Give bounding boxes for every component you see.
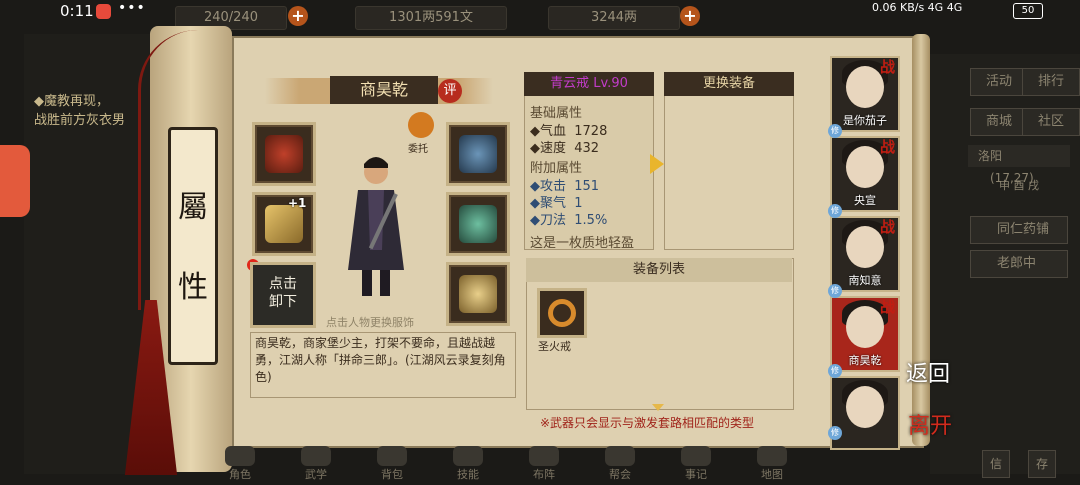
location-name: 洛阳 (978, 149, 1003, 163)
leave-button[interactable]: 离开 (908, 408, 952, 440)
equip-slot-armband[interactable] (252, 122, 316, 186)
clock: 0:11 (60, 2, 94, 20)
nav-item[interactable]: 帮会 (600, 446, 640, 482)
enhance-level-badge: +1 (288, 196, 307, 210)
unequip-label-1: 点击 (269, 276, 297, 292)
equip-slot-hat[interactable] (446, 122, 510, 186)
battle-badge: 战 (880, 218, 896, 236)
stat-row: ◆刀法 1.5% (530, 213, 608, 228)
ring-icon (548, 299, 576, 327)
equipment-title: 青云戒 Lv.90 (524, 72, 654, 96)
more-notifications-icon: ••• (118, 0, 146, 16)
status-bar: 0:11 ••• 0.06 KB/s 4G 4G 50 (0, 0, 1080, 24)
scroll-down-icon[interactable] (652, 404, 664, 411)
message-button[interactable]: 信 (982, 450, 1010, 478)
unequip-button[interactable]: 点击 卸下 (250, 262, 316, 328)
nav-item[interactable]: 地图 (752, 446, 792, 482)
copper-counter: 1301两591文 (355, 6, 507, 30)
dagger-icon (265, 205, 303, 243)
change-outfit-hint: 点击人物更换服饰 (326, 316, 414, 329)
battery-icon: 50 (1013, 3, 1043, 19)
nav-item[interactable]: 技能 (448, 446, 488, 482)
unequip-label-2: 卸下 (269, 294, 297, 310)
nav-item[interactable]: 武学 (296, 446, 336, 482)
activity-button[interactable]: 活动 (970, 68, 1028, 96)
equipment-item-name: 圣火戒 (538, 340, 571, 353)
cultivate-badge: 修 (828, 426, 842, 440)
shop-entry[interactable]: 同仁药铺 (970, 216, 1068, 244)
weapon-filter-note: ※武器只会显示与激发套路相匹配的类型 (540, 416, 755, 430)
floating-app-icon[interactable] (0, 145, 30, 217)
equip-slot-accessory[interactable] (446, 262, 510, 326)
quest-tracker[interactable]: ◆魔教再现， 战胜前方灰衣男 (34, 92, 125, 130)
storage-button[interactable]: 存 (1028, 450, 1056, 478)
add-silver-button[interactable]: + (680, 6, 700, 26)
network-indicator: 0.06 KB/s 4G 4G (872, 1, 963, 14)
nav-item[interactable]: 事记 (676, 446, 716, 482)
armband-icon (265, 135, 303, 173)
time-slot: 申 酉 戌 (999, 179, 1039, 192)
flavor-text: 这是一枚质地轻盈 (530, 236, 635, 251)
community-button[interactable]: 社区 (1022, 108, 1080, 136)
shop-entry[interactable]: 老郎中 (970, 250, 1068, 278)
entrust-icon[interactable] (408, 112, 434, 138)
review-button[interactable]: 评 (438, 79, 462, 103)
battle-badge: 战 (880, 58, 896, 76)
swap-equipment-title: 更换装备 (664, 72, 794, 96)
character-portrait[interactable] (336, 150, 416, 300)
notification-app-icon (96, 4, 111, 19)
character-description: 商昊乾，商家堡少主，打架不要命，且越战越勇，江湖人称「拼命三郎」。(江湖风云录复… (250, 332, 516, 398)
nav-item[interactable]: 背包 (372, 446, 412, 482)
shop-button[interactable]: 商城 (970, 108, 1028, 136)
back-button[interactable]: 返回 (906, 356, 950, 388)
attribute-tab-char-2: 性 (178, 270, 208, 305)
character-name: 商昊乾 (330, 76, 438, 104)
quest-line-2: 战胜前方灰衣男 (34, 113, 126, 128)
silver-counter: 3244两 (548, 6, 680, 30)
battle-badge: 战 (880, 138, 896, 156)
swap-equipment-panel[interactable] (664, 72, 794, 250)
extra-attributes-label: 附加属性 (530, 161, 583, 176)
location-display: 洛阳 (17,27) (968, 145, 1070, 185)
team-member[interactable] (830, 376, 900, 450)
amulet-icon (459, 275, 497, 313)
attribute-tab[interactable]: 屬 性 (168, 127, 218, 365)
nav-item[interactable]: 角色 (220, 446, 260, 482)
base-attributes-label: 基础属性 (530, 106, 583, 121)
cultivate-badge: 修 (828, 124, 842, 138)
armor-icon (459, 205, 497, 243)
cultivate-badge: 修 (828, 364, 842, 378)
add-stamina-button[interactable]: + (288, 6, 308, 26)
nav-item[interactable]: 布阵 (524, 446, 564, 482)
attribute-tab-char-1: 屬 (178, 190, 208, 225)
swap-arrow-icon (650, 154, 664, 174)
cultivate-badge: 修 (828, 284, 842, 298)
equipment-list-item[interactable] (537, 288, 587, 338)
equipment-list-title: 装备列表 (526, 258, 792, 282)
battle-badge: 战 (880, 298, 896, 316)
stat-row: ◆速度 432 (530, 141, 600, 156)
quest-line-1: ◆魔教再现， (34, 94, 109, 109)
ranking-button[interactable]: 排行 (1022, 68, 1080, 96)
cultivate-badge: 修 (828, 204, 842, 218)
equip-slot-armor[interactable] (446, 192, 510, 256)
hat-icon (459, 135, 497, 173)
